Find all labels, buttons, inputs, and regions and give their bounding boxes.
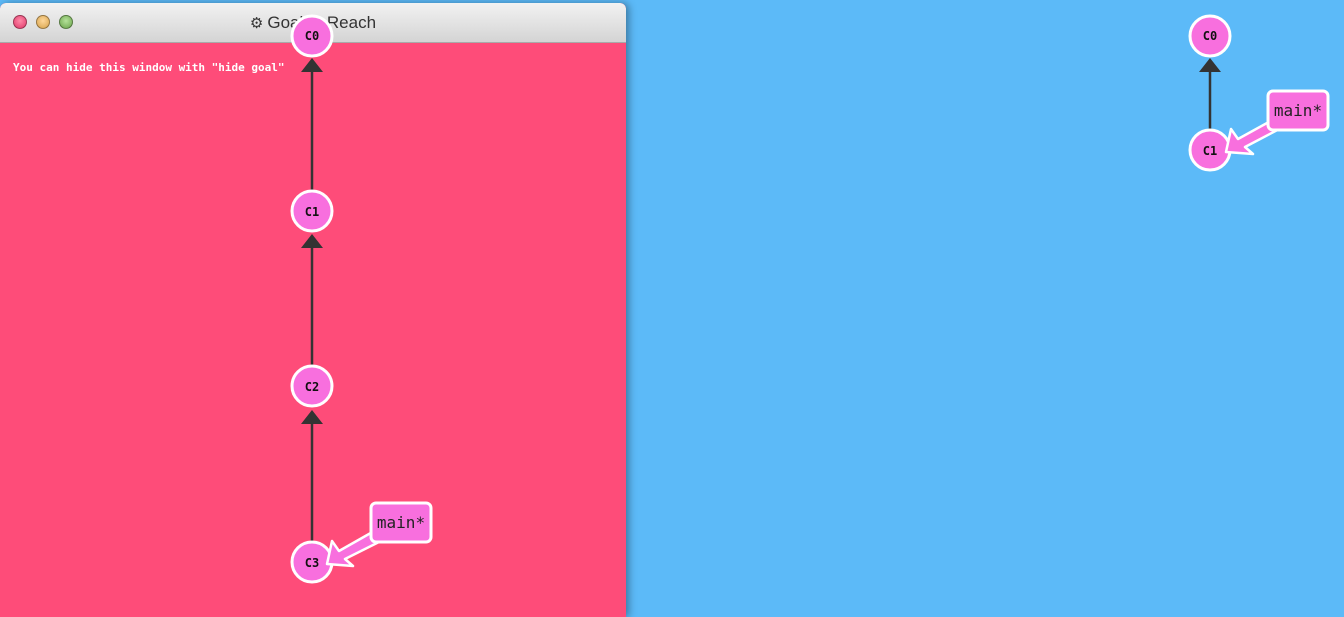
commit-edge-arrowhead [301,410,323,424]
commit-label: C1 [305,205,319,219]
commit-label: C2 [305,380,319,394]
commit-label: C0 [305,29,319,43]
branch-tag-main[interactable]: main* [1224,89,1330,156]
commit-label: C1 [1203,144,1217,158]
commit-node-c0[interactable]: C0 [1188,14,1232,58]
commit-label: C0 [1203,29,1217,43]
goal-commit-tree: C0 C1 C2 C3 main* [290,14,433,584]
branch-tag-main[interactable]: main* [325,501,433,568]
commit-node-c0[interactable]: C0 [290,14,334,58]
commit-label: C3 [305,556,319,570]
commit-edge-arrowhead [301,58,323,72]
commit-node-c3[interactable]: C3 [290,540,334,584]
branch-label: main* [377,513,425,532]
branch-label: main* [1274,101,1322,120]
commit-node-c2[interactable]: C2 [290,364,334,408]
commit-node-c1[interactable]: C1 [290,189,334,233]
commit-node-c1[interactable]: C1 [1188,128,1232,172]
git-visualizer-stage: C0 C1 main* ⚙Goal to Reach You can hide … [0,0,1344,617]
commit-edge-arrowhead [1199,58,1221,72]
commit-edge-arrowhead [301,234,323,248]
